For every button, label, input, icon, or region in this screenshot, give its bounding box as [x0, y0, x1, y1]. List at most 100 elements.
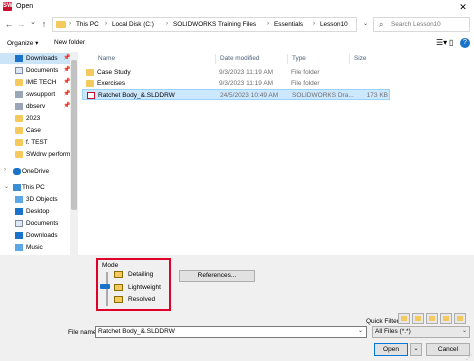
- file-name: Exercises: [97, 80, 126, 87]
- column-header-name[interactable]: Name: [98, 55, 115, 62]
- mode-option-label: Lightweight: [128, 284, 161, 291]
- resize-grip-icon[interactable]: ⋰: [466, 354, 472, 361]
- forward-arrow-icon[interactable]: →: [15, 18, 27, 30]
- pc-icon: [13, 184, 21, 191]
- solidworks-app-icon: SW: [3, 2, 13, 11]
- nav-item-swsupport[interactable]: swsupport 📌: [0, 89, 70, 100]
- nav-item-desktop[interactable]: Desktop: [0, 206, 70, 217]
- folder-icon: [56, 21, 66, 28]
- file-row-ratchet-body[interactable]: Ratchet Body_&.SLDDRW 24/5/2023 10:49 AM…: [82, 89, 390, 100]
- change-view-icon[interactable]: ☰▾: [436, 38, 447, 47]
- column-header-size[interactable]: Size: [354, 55, 366, 62]
- nav-item-label: swsupport: [26, 91, 56, 98]
- file-type-select[interactable]: All Files (*.*): [372, 326, 470, 338]
- quick-filter-top-assembly-icon[interactable]: [440, 313, 452, 324]
- nav-item-label: Music: [26, 244, 43, 251]
- nav-item-documents[interactable]: Documents 📌: [0, 65, 70, 76]
- organize-menu-button[interactable]: Organize ▾: [7, 39, 38, 47]
- solidworks-drawing-icon: [87, 92, 95, 99]
- nav-item-label: IME TECH: [26, 79, 57, 86]
- resolved-icon: [114, 296, 123, 303]
- nav-item-music[interactable]: Music: [0, 242, 70, 253]
- nav-item-documents-pc[interactable]: Documents: [0, 218, 70, 229]
- nav-item-ime-tech[interactable]: IME TECH 📌: [0, 77, 70, 88]
- file-name-input[interactable]: Ratchet Body_&.SLDDRW: [95, 326, 367, 338]
- window-title: Open: [16, 3, 34, 10]
- nav-item-label: SWdrw performa: [26, 151, 74, 158]
- quick-filter-all-icon[interactable]: [454, 313, 466, 324]
- nav-item-3d-objects[interactable]: 3D Objects: [0, 194, 70, 205]
- column-divider[interactable]: [349, 54, 350, 64]
- breadcrumb-separator: ›: [69, 21, 71, 27]
- file-name-dropdown-icon[interactable]: ⌄: [358, 327, 363, 334]
- file-type: File folder: [291, 80, 320, 87]
- breadcrumb-separator: ›: [105, 21, 107, 27]
- breadcrumb-essentials[interactable]: Essentials: [274, 21, 303, 28]
- cloud-icon: [13, 168, 21, 175]
- desktop-icon: [15, 208, 23, 215]
- references-button[interactable]: References...: [179, 270, 255, 282]
- folder-icon: [86, 69, 94, 76]
- nav-item-label: f. TEST: [26, 139, 48, 146]
- column-divider[interactable]: [287, 54, 288, 64]
- file-name: Case Study: [97, 69, 131, 76]
- folder-icon: [15, 79, 23, 86]
- column-header-date[interactable]: Date modified: [220, 55, 259, 62]
- up-arrow-icon[interactable]: ↑: [38, 18, 50, 30]
- nav-item-downloads[interactable]: Downloads 📌: [0, 53, 70, 64]
- chevron-right-icon[interactable]: ›: [4, 167, 6, 173]
- column-divider[interactable]: [215, 54, 216, 64]
- open-options-dropdown[interactable]: ⌄: [410, 343, 422, 356]
- breadcrumb-lesson10[interactable]: Lesson10: [320, 21, 348, 28]
- nav-item-f-test[interactable]: f. TEST: [0, 137, 70, 148]
- back-arrow-icon[interactable]: ←: [3, 18, 15, 30]
- address-bar[interactable]: › This PC › Local Disk (C:) › SOLIDWORKS…: [52, 17, 357, 32]
- mode-option-label: Resolved: [128, 296, 156, 303]
- nav-item-label: Desktop: [26, 208, 50, 215]
- help-icon[interactable]: ?: [460, 38, 470, 48]
- download-icon: [15, 55, 23, 62]
- cancel-button[interactable]: Cancel: [426, 343, 470, 356]
- address-history-dropdown[interactable]: ⌄: [360, 17, 371, 32]
- nav-item-label: dbserv: [26, 103, 46, 110]
- file-type: SOLIDWORKS Dra...: [292, 92, 354, 99]
- folder-icon: [15, 151, 23, 158]
- nav-item-dbserv[interactable]: dbserv 📌: [0, 101, 70, 112]
- preview-pane-icon[interactable]: ▯: [449, 38, 453, 47]
- breadcrumb-this-pc[interactable]: This PC: [76, 21, 99, 28]
- nav-item-onedrive[interactable]: › OneDrive: [0, 166, 70, 177]
- search-box[interactable]: ⌕ Search Lesson10: [373, 17, 470, 32]
- chevron-down-icon[interactable]: ⌄: [462, 327, 467, 334]
- column-header-type[interactable]: Type: [292, 55, 306, 62]
- folder-icon: [15, 127, 23, 134]
- nav-item-case[interactable]: Case: [0, 125, 70, 136]
- nav-item-label: 3D Objects: [26, 196, 58, 203]
- nav-item-label: Documents: [26, 67, 59, 74]
- close-button[interactable]: ✕: [455, 1, 471, 13]
- file-name: Ratchet Body_&.SLDDRW: [98, 92, 175, 99]
- cube-icon: [15, 196, 23, 203]
- quick-filter-assembly-icon[interactable]: [412, 313, 424, 324]
- quick-filter-part-icon[interactable]: [398, 313, 410, 324]
- nav-item-2023[interactable]: 2023: [0, 113, 70, 124]
- mode-slider-thumb[interactable]: [100, 284, 110, 289]
- file-row-case-study[interactable]: Case Study 9/3/2023 11:19 AM File folder: [82, 67, 390, 78]
- network-icon: [15, 103, 23, 110]
- nav-item-swdrw-performa[interactable]: SWdrw performa: [0, 149, 74, 160]
- new-folder-button[interactable]: New folder: [54, 39, 85, 46]
- chevron-down-icon[interactable]: ⌄: [4, 183, 9, 190]
- nav-pane-scroll-thumb[interactable]: [71, 60, 77, 210]
- breadcrumb-local-disk[interactable]: Local Disk (C:): [112, 21, 154, 28]
- nav-item-this-pc[interactable]: ⌄ This PC: [0, 182, 70, 193]
- file-row-exercises[interactable]: Exercises 9/3/2023 11:19 AM File folder: [82, 78, 390, 89]
- file-date: 9/3/2023 11:19 AM: [219, 69, 274, 76]
- mode-label: Mode: [102, 262, 119, 269]
- quick-filter-drawing-icon[interactable]: [426, 313, 438, 324]
- detailing-icon: [114, 271, 123, 278]
- open-button[interactable]: Open: [374, 343, 408, 356]
- mode-slider-track[interactable]: [106, 272, 108, 306]
- nav-item-downloads-pc[interactable]: Downloads: [0, 230, 70, 241]
- breadcrumb-training-files[interactable]: SOLIDWORKS Training Files: [173, 21, 256, 28]
- navigation-pane: Downloads 📌 Documents 📌 IME TECH 📌 swsup…: [0, 52, 78, 255]
- download-icon: [15, 232, 23, 239]
